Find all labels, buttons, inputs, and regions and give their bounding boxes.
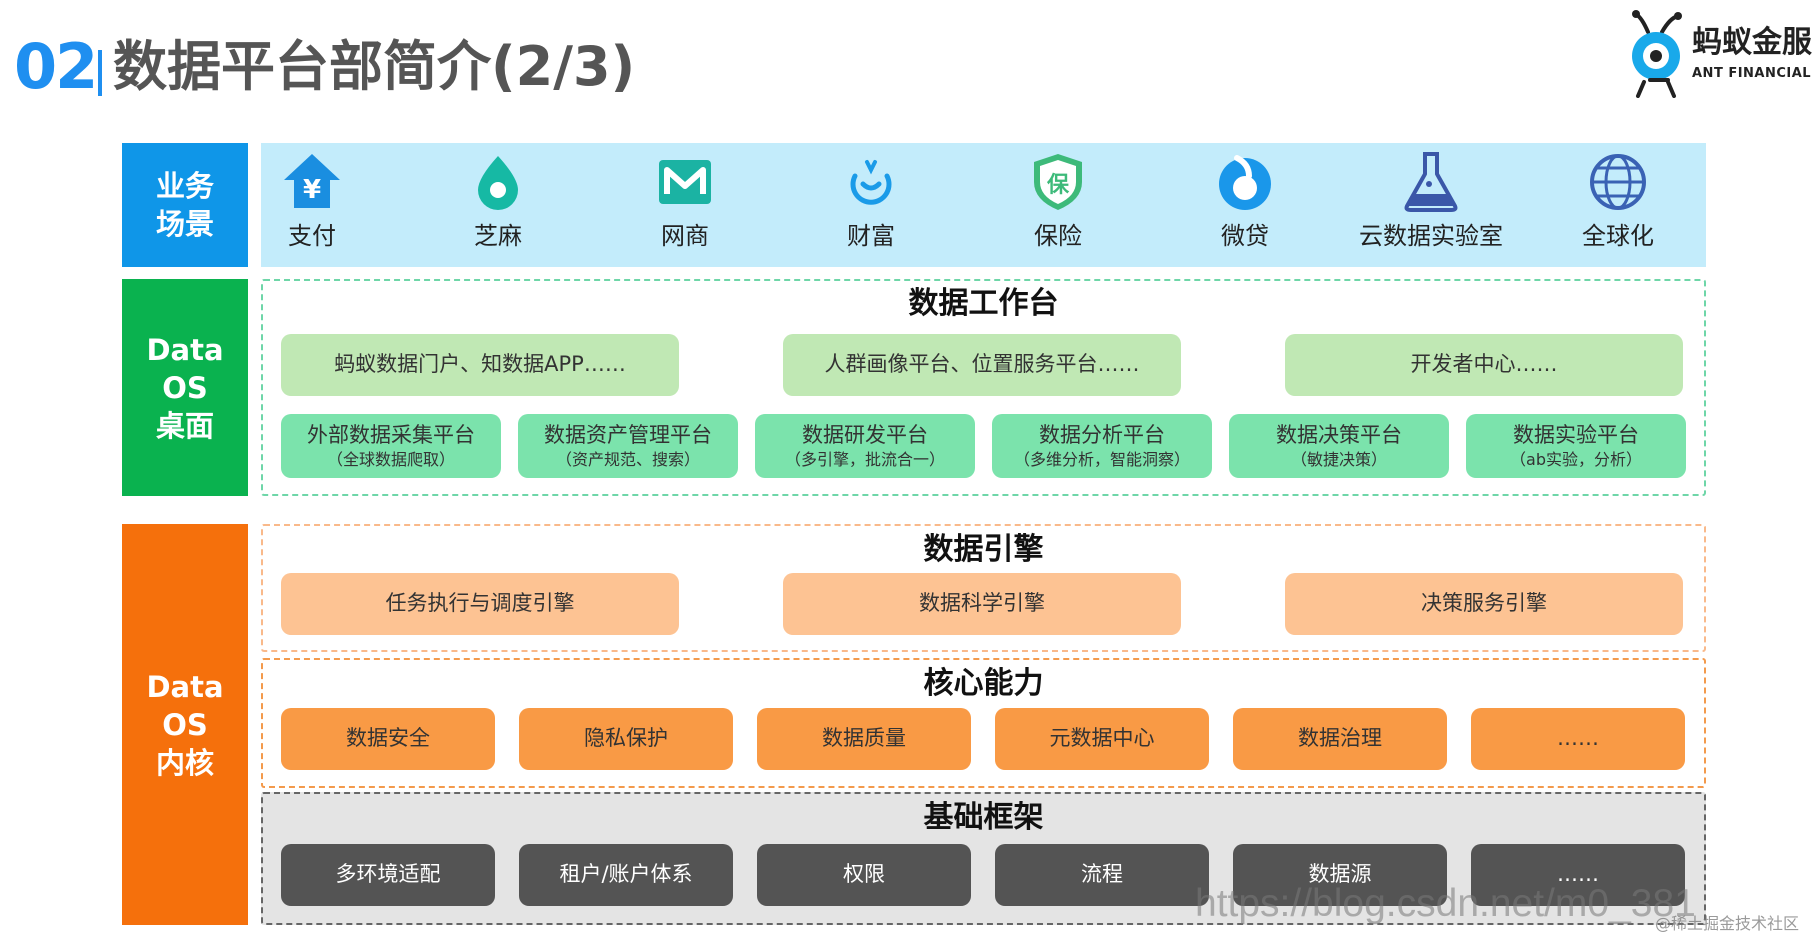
mybank-icon [659, 160, 711, 204]
platform-subtitle: （多维分析，智能洞察） [1013, 450, 1190, 469]
business-item-insurance[interactable]: 保 保险 [968, 150, 1148, 260]
platform-name: 数据研发平台 [802, 422, 928, 447]
logo-name: 蚂蚁金服 [1692, 25, 1812, 60]
business-item-label: 微贷 [1221, 222, 1269, 250]
business-item-pay[interactable]: ¥ 支付 [222, 150, 402, 260]
business-item-sesame[interactable]: 芝麻 [408, 150, 588, 260]
platform-subtitle: （多引擎，批流合一） [784, 450, 945, 469]
workbench-title: 数据工作台 [908, 286, 1059, 321]
side-label-desktop: Data OS 桌面 [122, 279, 248, 496]
platform-experiment[interactable]: 数据实验平台 （ab实验，分析） [1466, 414, 1686, 478]
business-item-globalization[interactable]: 全球化 [1528, 150, 1708, 260]
yuan-house-icon: ¥ [284, 154, 340, 208]
globe-icon [1590, 154, 1646, 210]
workbench-portal-pill[interactable]: 蚂蚁数据门户、知数据APP…… [281, 334, 679, 396]
platform-name: 外部数据采集平台 [307, 422, 475, 447]
business-item-label: 支付 [288, 222, 336, 250]
platform-name: 数据实验平台 [1513, 422, 1639, 447]
platform-data-development[interactable]: 数据研发平台 （多引擎，批流合一） [755, 414, 975, 478]
section-number: 02 [14, 30, 98, 103]
microloan-icon [1219, 155, 1271, 210]
platform-data-analysis[interactable]: 数据分析平台 （多维分析，智能洞察） [992, 414, 1212, 478]
core-quality-pill[interactable]: 数据质量 [757, 708, 971, 770]
business-item-microloan[interactable]: 微贷 [1155, 150, 1335, 260]
insurance-shield-icon: 保 [1034, 154, 1082, 210]
wealth-icon [850, 160, 892, 205]
juejin-watermark: @稀土掘金技术社区 [1655, 914, 1800, 933]
platform-external-collection[interactable]: 外部数据采集平台 （全球数据爬取） [281, 414, 501, 478]
business-item-label: 财富 [847, 222, 895, 250]
svg-text:保: 保 [1046, 173, 1070, 198]
business-item-label: 云数据实验室 [1359, 222, 1503, 250]
side-label-kernel: Data OS 内核 [122, 524, 248, 925]
platform-asset-management[interactable]: 数据资产管理平台 （资产规范、搜索） [518, 414, 738, 478]
base-title: 基础框架 [923, 800, 1044, 835]
platform-subtitle: （资产规范、搜索） [555, 450, 700, 469]
csdn-watermark: https://blog.csdn.net/m0_381 [1195, 882, 1696, 925]
logo-name-en: ANT FINANCIAL [1692, 66, 1812, 81]
platform-subtitle: （ab实验，分析） [1510, 450, 1642, 469]
ant-icon [1632, 10, 1682, 98]
engine-title: 数据引擎 [923, 532, 1044, 567]
core-more-pill[interactable]: …… [1471, 708, 1685, 770]
core-security-pill[interactable]: 数据安全 [281, 708, 495, 770]
workbench-profile-pill[interactable]: 人群画像平台、位置服务平台…… [783, 334, 1181, 396]
workbench-developer-pill[interactable]: 开发者中心…… [1285, 334, 1683, 396]
platform-subtitle: （全球数据爬取） [326, 450, 455, 469]
base-multi-env-pill[interactable]: 多环境适配 [281, 844, 495, 906]
business-item-cloud-lab[interactable]: 云数据实验室 [1341, 150, 1521, 260]
business-item-mybank[interactable]: 网商 [595, 150, 775, 260]
engine-decision-service-pill[interactable]: 决策服务引擎 [1285, 573, 1683, 635]
title-divider [98, 50, 102, 96]
core-title: 核心能力 [923, 666, 1044, 701]
core-privacy-pill[interactable]: 隐私保护 [519, 708, 733, 770]
core-metadata-pill[interactable]: 元数据中心 [995, 708, 1209, 770]
platform-name: 数据分析平台 [1039, 422, 1165, 447]
base-permission-pill[interactable]: 权限 [757, 844, 971, 906]
platform-subtitle: （敏捷决策） [1290, 450, 1387, 469]
platform-name: 数据决策平台 [1276, 422, 1402, 447]
engine-data-science-pill[interactable]: 数据科学引擎 [783, 573, 1181, 635]
business-item-label: 芝麻 [474, 222, 522, 250]
business-item-label: 全球化 [1582, 222, 1654, 250]
business-item-wealth[interactable]: 财富 [781, 150, 961, 260]
business-item-label: 保险 [1034, 222, 1082, 250]
svg-text:¥: ¥ [303, 175, 321, 205]
engine-scheduling-pill[interactable]: 任务执行与调度引擎 [281, 573, 679, 635]
platform-decision[interactable]: 数据决策平台 （敏捷决策） [1229, 414, 1449, 478]
sesame-icon [478, 156, 518, 210]
base-tenant-account-pill[interactable]: 租户/账户体系 [519, 844, 733, 906]
platform-name: 数据资产管理平台 [544, 422, 712, 447]
base-workflow-pill[interactable]: 流程 [995, 844, 1209, 906]
business-item-label: 网商 [661, 222, 709, 250]
flask-icon [1404, 152, 1458, 212]
core-governance-pill[interactable]: 数据治理 [1233, 708, 1447, 770]
page-title: 数据平台部简介(2/3) [113, 35, 636, 98]
